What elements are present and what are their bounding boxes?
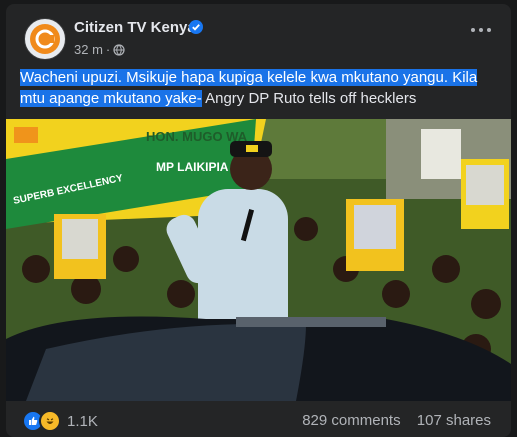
reaction-count: 1.1K (67, 412, 98, 430)
haha-reaction-icon (39, 410, 61, 432)
post-meta: 32 m · (74, 42, 125, 57)
globe-icon (113, 43, 125, 56)
engagement-stats: 829 comments 107 shares (302, 412, 491, 429)
meta-separator: · (105, 42, 111, 57)
page-avatar[interactable] (24, 18, 66, 60)
dot-icon (471, 28, 475, 32)
more-options-button[interactable] (463, 20, 499, 40)
post-photo[interactable]: HON. MUGO WA MP LAIKIPIA WE SUPERB EXCEL… (6, 119, 511, 401)
comments-count-link[interactable]: 829 comments (302, 412, 400, 429)
post-card: Citizen TV Kenya 32 m · Wacheni upuzi. M… (6, 4, 511, 437)
page-name-link[interactable]: Citizen TV Kenya (74, 19, 196, 36)
citizen-tv-logo-icon (30, 24, 60, 54)
dot-icon (487, 28, 491, 32)
rally-photo: HON. MUGO WA MP LAIKIPIA WE SUPERB EXCEL… (6, 119, 511, 401)
post-timestamp[interactable]: 32 m (74, 42, 103, 57)
shares-count-link[interactable]: 107 shares (417, 412, 491, 429)
dot-icon (479, 28, 483, 32)
verified-badge-icon (189, 20, 203, 34)
post-caption: Wacheni upuzi. Msikuje hapa kupiga kelel… (20, 67, 500, 109)
reactions-summary[interactable]: 1.1K (22, 410, 98, 432)
caption-text: Angry DP Ruto tells off hecklers (201, 90, 417, 107)
